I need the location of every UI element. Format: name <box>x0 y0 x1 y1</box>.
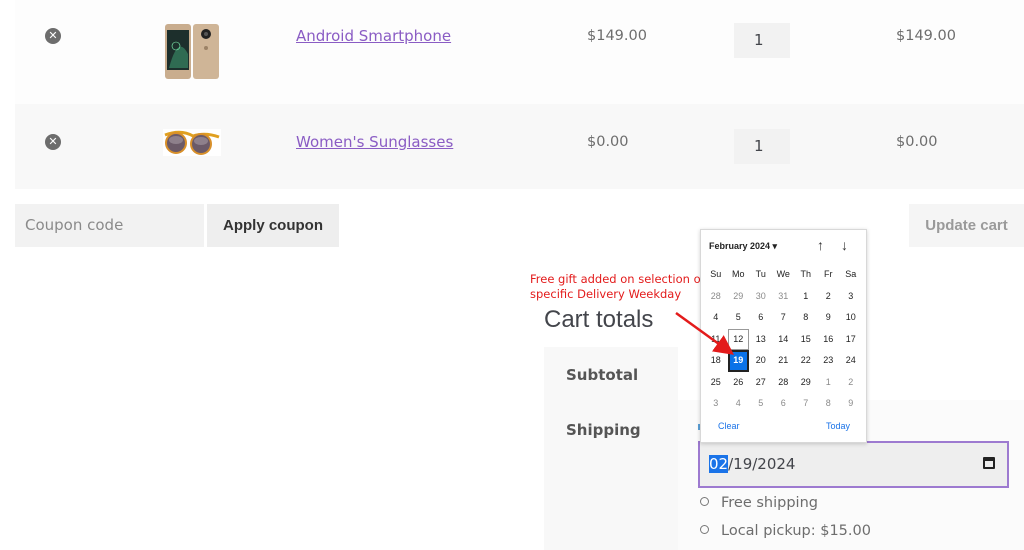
calendar-day[interactable]: 6 <box>750 307 772 329</box>
shipping-option-label: Local pickup: $15.00 <box>721 523 871 539</box>
calendar-day[interactable]: 17 <box>840 329 862 351</box>
calendar-icon[interactable] <box>983 457 995 469</box>
calendar-day[interactable]: 25 <box>705 372 727 394</box>
shipping-option-label: Free shipping <box>721 495 818 511</box>
calendar-day[interactable]: 2 <box>818 286 840 308</box>
calendar-day[interactable]: 11 <box>705 329 727 351</box>
calendar-day[interactable]: 7 <box>773 307 795 329</box>
clear-button[interactable]: Clear <box>718 421 740 431</box>
calendar-day[interactable]: 20 <box>750 350 772 372</box>
calendar-day[interactable]: 18 <box>705 350 727 372</box>
calendar-day[interactable]: 29 <box>728 286 750 308</box>
calendar-day[interactable]: 28 <box>773 372 795 394</box>
calendar-day[interactable]: 31 <box>773 286 795 308</box>
calendar-day[interactable]: 26 <box>728 372 750 394</box>
weekday-header: Fr <box>824 269 833 279</box>
calendar-day[interactable]: 3 <box>705 393 727 415</box>
apply-coupon-button[interactable]: Apply coupon <box>207 204 339 247</box>
delivery-date-input[interactable]: 02/19/2024 <box>698 441 1009 488</box>
month-year-selector[interactable]: February 2024 ▾ <box>709 241 777 252</box>
shipping-option-free[interactable]: Free shipping <box>700 495 818 511</box>
item-subtotal: $0.00 <box>896 134 938 150</box>
calendar-day[interactable]: 2 <box>840 372 862 394</box>
calendar-day[interactable]: 10 <box>840 307 862 329</box>
calendar-day[interactable]: 16 <box>818 329 840 351</box>
calendar-day[interactable]: 1 <box>795 286 817 308</box>
calendar-day[interactable]: 14 <box>773 329 795 351</box>
remove-item-icon[interactable]: ✕ <box>45 134 61 150</box>
calendar-day[interactable]: 4 <box>705 307 727 329</box>
date-rest-segment[interactable]: /19/2024 <box>728 455 795 473</box>
calendar-day[interactable]: 3 <box>840 286 862 308</box>
date-picker-popup: February 2024 ▾ ↑ ↓ Su Mo Tu We Th Fr Sa 28 29 30… <box>700 229 867 443</box>
weekday-header: Th <box>800 269 811 279</box>
product-link[interactable]: Women's Sunglasses <box>296 133 453 151</box>
calendar-day[interactable]: 24 <box>840 350 862 372</box>
quantity-input[interactable]: 1 <box>734 23 790 58</box>
item-price: $149.00 <box>587 28 647 44</box>
update-cart-button[interactable]: Update cart <box>909 204 1024 247</box>
sunglasses-thumbnail[interactable] <box>163 129 221 156</box>
date-month-segment[interactable]: 02 <box>709 455 729 473</box>
calendar-day[interactable]: 8 <box>818 393 840 415</box>
previous-month-arrow-icon[interactable]: ↑ <box>817 237 824 253</box>
calendar-day[interactable]: 9 <box>840 393 862 415</box>
subtotal-label: Subtotal <box>566 366 639 384</box>
calendar-day[interactable]: 27 <box>750 372 772 394</box>
calendar-day[interactable]: 28 <box>705 286 727 308</box>
calendar-day[interactable]: 7 <box>795 393 817 415</box>
remove-item-icon[interactable]: ✕ <box>45 28 61 44</box>
quantity-input[interactable]: 1 <box>734 129 790 164</box>
radio-icon[interactable] <box>700 525 709 534</box>
calendar-grid: Su Mo Tu We Th Fr Sa 28 29 30 31 1 2 3 4 5 6 7 8 9 10 11 12 13 1… <box>705 264 865 415</box>
weekday-header: Sa <box>845 269 857 279</box>
shipping-label: Shipping <box>566 421 641 439</box>
weekday-header: Su <box>710 269 722 279</box>
annotation-note: Free gift added on selection of specific… <box>530 272 705 301</box>
calendar-day[interactable]: 5 <box>750 393 772 415</box>
calendar-day[interactable]: 8 <box>795 307 817 329</box>
calendar-day[interactable]: 12 <box>727 328 749 350</box>
next-month-arrow-icon[interactable]: ↓ <box>841 237 848 253</box>
radio-icon[interactable] <box>700 497 709 506</box>
calendar-day[interactable]: 6 <box>773 393 795 415</box>
calendar-day[interactable]: 23 <box>818 350 840 372</box>
product-link[interactable]: Android Smartphone <box>296 27 451 45</box>
calendar-day[interactable]: 15 <box>795 329 817 351</box>
calendar-day[interactable]: 13 <box>750 329 772 351</box>
item-price: $0.00 <box>587 134 629 150</box>
smartphone-thumbnail[interactable] <box>164 24 220 79</box>
calendar-day[interactable]: 30 <box>750 286 772 308</box>
item-subtotal: $149.00 <box>896 28 956 44</box>
calendar-day[interactable]: 9 <box>818 307 840 329</box>
weekday-header: We <box>776 269 790 279</box>
calendar-day[interactable]: 4 <box>728 393 750 415</box>
calendar-day[interactable]: 21 <box>773 350 795 372</box>
weekday-header: Mo <box>731 269 745 279</box>
calendar-day[interactable]: 1 <box>818 372 840 394</box>
cart-totals-heading: Cart totals <box>544 306 654 333</box>
weekday-header: Tu <box>755 269 766 279</box>
calendar-day[interactable]: 19 <box>727 350 749 372</box>
calendar-day[interactable]: 5 <box>728 307 750 329</box>
calendar-day[interactable]: 22 <box>795 350 817 372</box>
coupon-code-input[interactable]: Coupon code <box>15 204 204 247</box>
shipping-option-local-pickup[interactable]: Local pickup: $15.00 <box>700 523 871 539</box>
today-button[interactable]: Today <box>826 421 850 431</box>
calendar-day[interactable]: 29 <box>795 372 817 394</box>
